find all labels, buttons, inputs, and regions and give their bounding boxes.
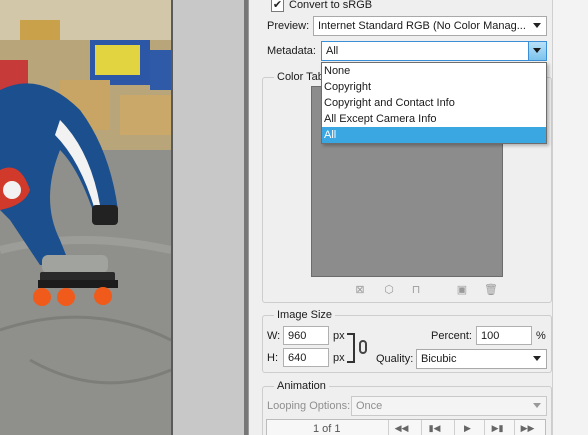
looping-options-select[interactable]: Once — [351, 396, 547, 416]
width-value: 960 — [288, 329, 307, 342]
skateboarder-photo — [0, 0, 171, 435]
canvas-gutter — [171, 0, 248, 435]
percent-value: 100 — [481, 329, 500, 342]
metadata-select[interactable]: All — [321, 41, 547, 61]
percent-input[interactable]: 100 — [476, 326, 532, 345]
last-frame-icon[interactable]: ▶▶ — [514, 420, 540, 435]
metadata-dropdown-list[interactable]: None Copyright Copyright and Contact Inf… — [321, 62, 547, 144]
preview-photo — [0, 0, 171, 435]
height-unit: px — [333, 352, 345, 364]
metadata-option-none[interactable]: None — [322, 63, 546, 79]
dropdown-caret-icon — [533, 23, 541, 28]
dropdown-caret-icon[interactable] — [528, 42, 546, 60]
width-input[interactable]: 960 — [283, 326, 329, 345]
next-frame-icon[interactable]: ▶▮ — [484, 420, 510, 435]
quality-select[interactable]: Bicubic — [416, 349, 547, 369]
dropdown-caret-icon — [533, 403, 541, 408]
map-selected-colors-icon[interactable]: ⊠ — [354, 285, 366, 296]
panel-scrollbar[interactable] — [552, 0, 588, 435]
trash-icon[interactable]: 🗑 — [484, 285, 498, 296]
metadata-option-copyright[interactable]: Copyright — [322, 79, 546, 95]
new-color-icon[interactable]: ▣ — [456, 285, 468, 296]
animation-title: Animation — [274, 380, 329, 392]
height-label: H: — [267, 352, 278, 364]
convert-srgb-checkbox[interactable]: ✔ — [271, 0, 284, 12]
metadata-option-all[interactable]: All — [322, 127, 546, 143]
percent-unit: % — [536, 330, 546, 342]
image-size-title: Image Size — [274, 309, 336, 321]
looping-options-label: Looping Options: — [267, 400, 351, 412]
frame-counter: 1 of 1 — [313, 423, 341, 435]
convert-srgb-label: Convert to sRGB — [289, 0, 373, 11]
height-input[interactable]: 640 — [283, 348, 329, 367]
metadata-option-copyright-contact[interactable]: Copyright and Contact Info — [322, 95, 546, 111]
metadata-label: Metadata: — [267, 45, 316, 57]
width-unit: px — [333, 330, 345, 342]
previous-frame-icon[interactable]: ▮◀ — [421, 420, 447, 435]
first-frame-icon[interactable]: ◀◀ — [388, 420, 414, 435]
convert-srgb-row[interactable]: ✔ Convert to sRGB — [271, 0, 372, 13]
checkmark-icon: ✔ — [272, 0, 283, 11]
looping-options-value: Once — [356, 400, 383, 412]
height-value: 640 — [288, 351, 307, 364]
link-chain-icon[interactable] — [359, 340, 367, 354]
preview-label: Preview: — [267, 20, 310, 32]
lock-color-icon[interactable]: ⊓ — [410, 285, 422, 296]
play-icon[interactable]: ▶ — [454, 420, 480, 435]
color-table-title: Color Tab — [274, 71, 327, 83]
dropdown-caret-icon — [533, 356, 541, 361]
width-label: W: — [267, 330, 281, 342]
constrain-bracket — [347, 333, 355, 363]
preview-select[interactable]: Internet Standard RGB (No Color Manag... — [313, 16, 547, 36]
preview-value: Internet Standard RGB (No Color Manag... — [318, 20, 526, 32]
quality-label: Quality: — [376, 353, 414, 365]
metadata-value: All — [326, 45, 339, 57]
percent-label: Percent: — [431, 330, 472, 342]
web-snap-icon[interactable]: ⬡ — [383, 285, 395, 296]
metadata-option-all-except-camera[interactable]: All Except Camera Info — [322, 111, 546, 127]
quality-value: Bicubic — [421, 353, 457, 365]
